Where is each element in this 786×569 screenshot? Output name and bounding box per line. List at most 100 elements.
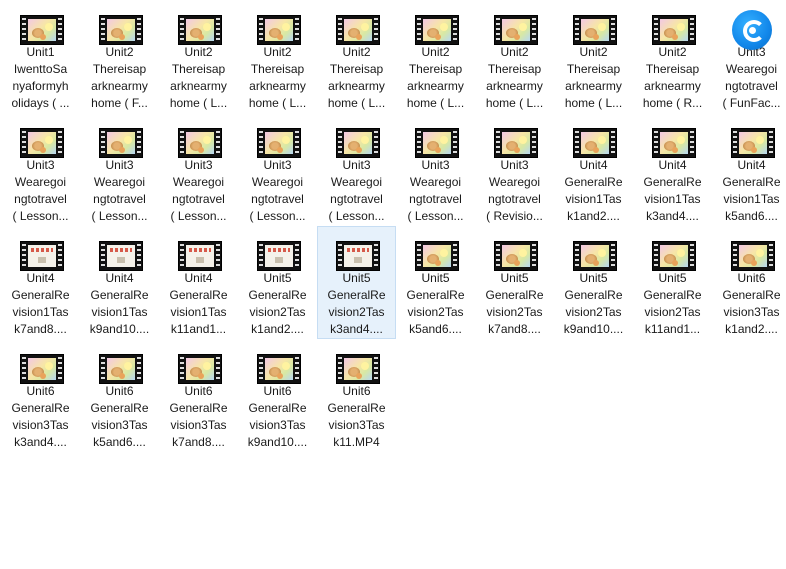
film-icon: [16, 9, 66, 45]
film-icon: [569, 235, 619, 271]
file-name: Unit2 Thereisap arknearmy home ( R...: [634, 44, 711, 112]
file-item[interactable]: Unit4 GeneralRe vision1Tas k7and8....: [1, 226, 80, 339]
file-name-line: GeneralRe: [564, 288, 623, 302]
file-name-line: k1and2....: [567, 209, 620, 223]
file-item[interactable]: Unit4 GeneralRe vision1Tas k9and10....: [80, 226, 159, 339]
file-name-line: vision3Tas: [91, 418, 148, 432]
file-item[interactable]: Unit2 Thereisap arknearmy home ( L...: [317, 0, 396, 113]
file-name-line: Unit6: [26, 384, 55, 398]
file-item[interactable]: Unit2 Thereisap arknearmy home ( L...: [238, 0, 317, 113]
file-item[interactable]: Unit4 GeneralRe vision1Tas k11and1...: [159, 226, 238, 339]
file-item[interactable]: Unit3 Wearegoi ngtotravel ( Lesson...: [238, 113, 317, 226]
file-name-line: k1and2....: [251, 322, 304, 336]
file-name-line: vision1Tas: [12, 305, 69, 319]
film-icon: [253, 348, 303, 384]
file-name-line: home ( L...: [406, 96, 465, 110]
file-item[interactable]: Unit2 Thereisap arknearmy home ( R...: [633, 0, 712, 113]
file-item[interactable]: Unit2 Thereisap arknearmy home ( L...: [159, 0, 238, 113]
file-item[interactable]: Unit5 GeneralRe vision2Tas k1and2....: [238, 226, 317, 339]
file-name: Unit5 GeneralRe vision2Tas k9and10....: [555, 270, 632, 338]
file-item[interactable]: Unit6 GeneralRe vision3Tas k11.MP4: [317, 339, 396, 452]
file-item[interactable]: Unit2 Thereisap arknearmy home ( F...: [80, 0, 159, 113]
file-name: Unit6 GeneralRe vision3Tas k1and2....: [713, 270, 786, 338]
file-name-line: Unit2: [184, 45, 213, 59]
file-name-line: Thereisap: [408, 62, 463, 76]
file-item[interactable]: Unit3 Wearegoi ngtotravel ( Lesson...: [1, 113, 80, 226]
file-name-line: k9and10....: [247, 435, 308, 449]
film-icon: [648, 9, 698, 45]
file-name: Unit4 GeneralRe vision1Tas k5and6....: [713, 157, 786, 225]
file-name: Unit6 GeneralRe vision3Tas k5and6....: [81, 383, 158, 451]
file-name-line: arknearmy: [249, 79, 306, 93]
file-item[interactable]: Unit4 GeneralRe vision1Tas k5and6....: [712, 113, 786, 226]
file-item[interactable]: Unit6 GeneralRe vision3Tas k7and8....: [159, 339, 238, 452]
file-name: Unit4 GeneralRe vision1Tas k7and8....: [2, 270, 79, 338]
file-name-line: vision3Tas: [328, 418, 385, 432]
file-name-line: Unit3: [263, 158, 292, 172]
file-name-line: ngtotravel: [330, 192, 383, 206]
file-item[interactable]: Unit5 GeneralRe vision2Tas k9and10....: [554, 226, 633, 339]
file-item[interactable]: Unit5 GeneralRe vision2Tas k7and8....: [475, 226, 554, 339]
file-name-line: GeneralRe: [485, 288, 544, 302]
file-name-line: Unit3: [421, 158, 450, 172]
file-name: Unit6 GeneralRe vision3Tas k11.MP4: [318, 383, 395, 451]
file-item[interactable]: Unit6 GeneralRe vision3Tas k3and4....: [1, 339, 80, 452]
file-name-line: GeneralRe: [722, 175, 781, 189]
file-item[interactable]: Unit3 Wearegoi ngtotravel ( Lesson...: [396, 113, 475, 226]
film-icon: [253, 9, 303, 45]
film-icon: [648, 122, 698, 158]
file-name-line: Unit1: [26, 45, 55, 59]
file-name: Unit2 Thereisap arknearmy home ( L...: [239, 44, 316, 112]
film-icon: [253, 235, 303, 271]
file-item[interactable]: Unit3 Wearegoi ngtotravel ( Revisio...: [475, 113, 554, 226]
file-item[interactable]: Unit2 Thereisap arknearmy home ( L...: [396, 0, 475, 113]
file-name-line: k3and4....: [646, 209, 699, 223]
file-name-line: Unit2: [263, 45, 292, 59]
file-name-line: Wearegoi: [172, 175, 225, 189]
file-item[interactable]: Unit4 GeneralRe vision1Tas k1and2....: [554, 113, 633, 226]
file-name-line: vision1Tas: [723, 192, 780, 206]
file-name: Unit3 Wearegoi ngtotravel ( Lesson...: [318, 157, 395, 225]
file-name-line: home ( L...: [169, 96, 228, 110]
file-name-line: Unit5: [658, 271, 687, 285]
file-name-line: ( Lesson...: [407, 209, 464, 223]
file-name-line: GeneralRe: [90, 401, 149, 415]
file-item[interactable]: Unit5 GeneralRe vision2Tas k3and4....: [317, 226, 396, 339]
film-icon: [727, 122, 777, 158]
file-item[interactable]: Unit2 Thereisap arknearmy home ( L...: [475, 0, 554, 113]
file-name-line: ngtotravel: [725, 79, 778, 93]
file-name-line: arknearmy: [328, 79, 385, 93]
file-name-line: k9and10....: [89, 322, 150, 336]
file-item[interactable]: Unit3 Wearegoi ngtotravel ( Lesson...: [80, 113, 159, 226]
file-item[interactable]: Unit6 GeneralRe vision3Tas k9and10....: [238, 339, 317, 452]
film-icon: [95, 9, 145, 45]
film-icon: [253, 122, 303, 158]
file-name: Unit2 Thereisap arknearmy home ( F...: [81, 44, 158, 112]
file-item[interactable]: Unit5 GeneralRe vision2Tas k11and1...: [633, 226, 712, 339]
file-name-line: arknearmy: [407, 79, 464, 93]
file-item[interactable]: Unit3 Wearegoi ngtotravel( FunFac...: [712, 0, 786, 113]
file-name-line: vision3Tas: [12, 418, 69, 432]
file-name-line: GeneralRe: [248, 288, 307, 302]
file-name-line: k7and8....: [172, 435, 225, 449]
file-name-line: arknearmy: [170, 79, 227, 93]
file-name: Unit5 GeneralRe vision2Tas k3and4....: [318, 270, 395, 338]
file-name-line: vision2Tas: [407, 305, 464, 319]
file-item[interactable]: Unit3 Wearegoi ngtotravel ( Lesson...: [317, 113, 396, 226]
file-item[interactable]: Unit6 GeneralRe vision3Tas k1and2....: [712, 226, 786, 339]
file-name-line: ngtotravel: [488, 192, 541, 206]
film-icon: [332, 122, 382, 158]
file-item[interactable]: Unit2 Thereisap arknearmy home ( L...: [554, 0, 633, 113]
file-name-line: Thereisap: [250, 62, 305, 76]
file-name-line: Unit4: [26, 271, 55, 285]
file-item[interactable]: Unit3 Wearegoi ngtotravel ( Lesson...: [159, 113, 238, 226]
file-name: Unit3 Wearegoi ngtotravel( FunFac...: [713, 44, 786, 112]
file-item[interactable]: Unit1 IwenttoSa nyaformyh olidays ( ...: [1, 0, 80, 113]
file-item[interactable]: Unit4 GeneralRe vision1Tas k3and4....: [633, 113, 712, 226]
file-name-line: ( Lesson...: [170, 209, 227, 223]
file-item[interactable]: Unit6 GeneralRe vision3Tas k5and6....: [80, 339, 159, 452]
file-name: Unit3 Wearegoi ngtotravel ( Revisio...: [476, 157, 553, 225]
file-name-line: ( Lesson...: [12, 209, 69, 223]
file-name: Unit6 GeneralRe vision3Tas k9and10....: [239, 383, 316, 451]
file-item[interactable]: Unit5 GeneralRe vision2Tas k5and6....: [396, 226, 475, 339]
